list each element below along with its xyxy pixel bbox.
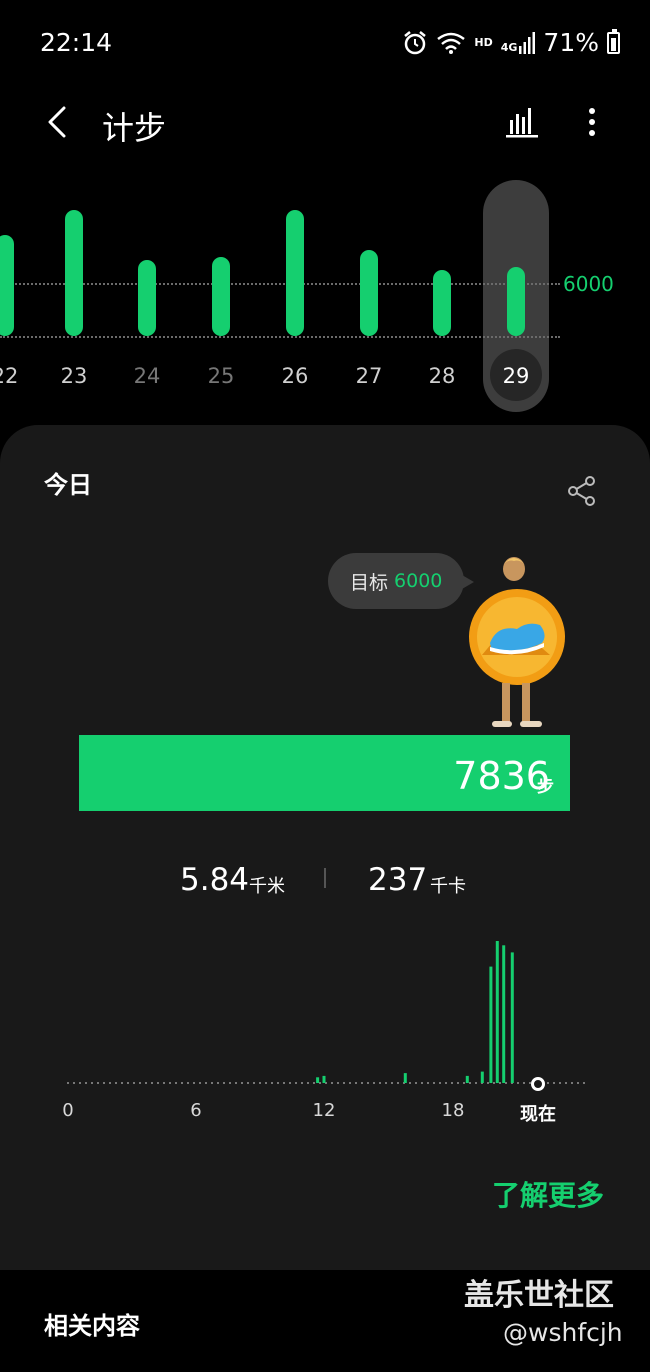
hour-bar — [480, 1071, 484, 1083]
learn-more-link[interactable]: 了解更多 — [492, 1174, 604, 1214]
day-bar[interactable] — [360, 250, 378, 336]
hour-tick-label: 0 — [62, 1100, 74, 1121]
baseline — [0, 336, 560, 338]
day-label[interactable]: 29 — [491, 364, 541, 388]
hour-bar — [465, 1075, 469, 1083]
hour-bar — [316, 1077, 320, 1083]
calories-unit: 千卡 — [430, 876, 466, 897]
page-title: 计步 — [102, 109, 167, 147]
day-label[interactable]: 26 — [270, 364, 320, 388]
day-bar[interactable] — [433, 270, 451, 336]
now-marker — [531, 1077, 545, 1091]
day-label[interactable]: 25 — [196, 364, 246, 388]
goal-bubble: 目标 6000 — [328, 553, 475, 609]
goal-value: 6000 — [394, 570, 443, 592]
related-content-heading: 相关内容 — [44, 1312, 140, 1340]
battery-icon — [607, 28, 620, 54]
hour-tick-label: 12 — [312, 1100, 336, 1121]
day-bar[interactable] — [212, 257, 230, 336]
battery-percent: 71% — [543, 28, 599, 57]
wifi-icon — [437, 32, 466, 54]
hour-bar — [502, 945, 506, 1083]
hour-tick-label: 现在 — [520, 1104, 556, 1125]
network-type: 4G — [500, 40, 518, 54]
hour-bar — [403, 1073, 407, 1083]
steps-unit: 步 — [537, 777, 554, 797]
mascot-medal-illustration — [469, 557, 565, 727]
goal-prefix: 目标 — [350, 571, 389, 594]
steps-count: 7836 — [453, 754, 550, 798]
distance-unit: 千米 — [249, 876, 285, 897]
bar-chart-icon[interactable] — [504, 104, 540, 140]
watermark-user: @wshfcjh — [503, 1318, 623, 1347]
alarm-icon — [404, 30, 427, 54]
calories-value: 237 — [368, 862, 428, 898]
day-label[interactable]: 24 — [122, 364, 172, 388]
back-arrow-icon[interactable] — [42, 104, 78, 140]
hour-tick-label: 6 — [190, 1100, 202, 1121]
share-icon[interactable] — [566, 475, 598, 507]
hour-bar — [322, 1075, 326, 1083]
goal-line — [0, 283, 560, 285]
hour-bar — [489, 966, 493, 1083]
goal-line-label: 6000 — [563, 272, 614, 296]
day-label[interactable]: 22 — [0, 364, 30, 388]
hour-bar — [510, 952, 514, 1083]
daily-steps-strip[interactable]: 22 23 24 25 26 27 28 29 — [0, 175, 650, 415]
distance-value: 5.84 — [180, 862, 250, 898]
watermark-title: 盖乐世社区 — [464, 1278, 614, 1313]
status-time: 22:14 — [40, 28, 113, 57]
more-vertical-icon[interactable] — [580, 104, 604, 140]
signal-icon — [519, 31, 536, 54]
today-label: 今日 — [44, 471, 92, 499]
today-panel — [0, 425, 650, 1270]
hour-tick-label: 18 — [441, 1100, 465, 1121]
day-label[interactable]: 27 — [344, 364, 394, 388]
day-bar[interactable] — [507, 267, 525, 336]
day-bar[interactable] — [286, 210, 304, 336]
day-bar[interactable] — [0, 235, 14, 336]
day-label[interactable]: 23 — [49, 364, 99, 388]
day-label[interactable]: 28 — [417, 364, 467, 388]
status-icons: HD 4G 71% — [402, 28, 620, 57]
hour-bar — [495, 941, 499, 1083]
hd-indicator: HD — [474, 36, 493, 49]
stats-divider — [324, 868, 326, 888]
day-bar[interactable] — [138, 260, 156, 336]
day-bar[interactable] — [65, 210, 83, 336]
